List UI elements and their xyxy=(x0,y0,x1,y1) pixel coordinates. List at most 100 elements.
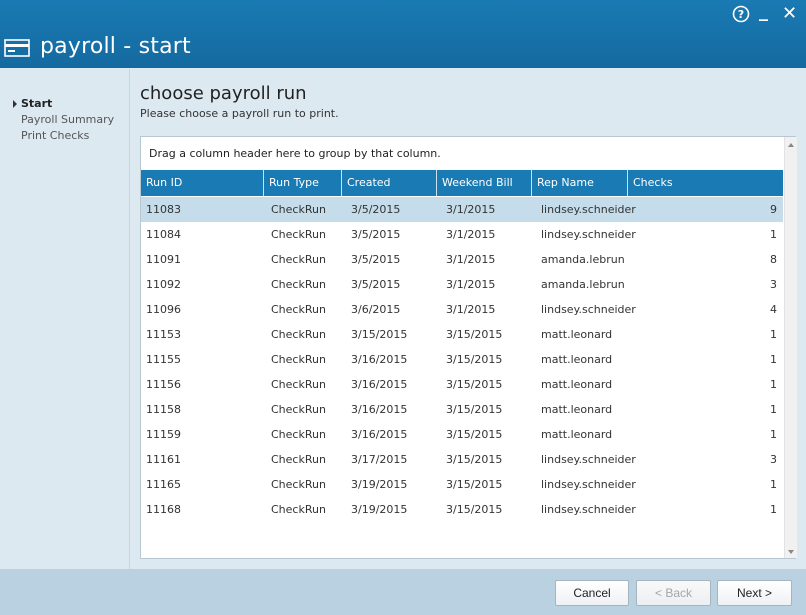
back-button[interactable]: < Back xyxy=(636,580,711,606)
table-row[interactable]: 11096 CheckRun 3/6/2015 3/1/2015 lindsey.sch… xyxy=(141,297,783,322)
cell-run-id: 11091 xyxy=(146,253,181,266)
cell-checks: 3 xyxy=(770,453,777,466)
cell-run-type: CheckRun xyxy=(271,203,326,216)
group-by-panel[interactable]: Drag a column header here to group by th… xyxy=(141,137,784,170)
cell-checks: 3 xyxy=(770,278,777,291)
cell-checks: 1 xyxy=(770,428,777,441)
wizard-steps-sidebar: Start Payroll Summary Print Checks xyxy=(0,69,130,569)
cell-created: 3/17/2015 xyxy=(351,453,408,466)
cell-run-id: 11083 xyxy=(146,203,181,216)
table-row[interactable]: 11155 CheckRun 3/16/2015 3/15/2015 matt.leon… xyxy=(141,347,783,372)
cell-run-type: CheckRun xyxy=(271,228,326,241)
cell-created: 3/5/2015 xyxy=(351,278,401,291)
cell-checks: 1 xyxy=(770,353,777,366)
cell-created: 3/19/2015 xyxy=(351,503,408,516)
help-circle-icon[interactable]: ? xyxy=(732,5,750,26)
cell-run-id: 11153 xyxy=(146,328,181,341)
table-row[interactable]: 11158 CheckRun 3/16/2015 3/15/2015 matt.leon… xyxy=(141,397,783,422)
cell-checks: 1 xyxy=(770,328,777,341)
cell-run-id: 11159 xyxy=(146,428,181,441)
payroll-run-grid: Drag a column header here to group by th… xyxy=(140,136,797,559)
cell-checks: 1 xyxy=(770,378,777,391)
column-header-created[interactable]: Created xyxy=(341,170,436,196)
cell-weekend-bill: 3/15/2015 xyxy=(446,453,503,466)
cell-created: 3/15/2015 xyxy=(351,328,408,341)
cell-run-type: CheckRun xyxy=(271,278,326,291)
cell-rep-name: matt.leonard xyxy=(541,378,613,391)
table-row[interactable]: 11161 CheckRun 3/17/2015 3/15/2015 lindsey.s… xyxy=(141,447,783,472)
cell-run-type: CheckRun xyxy=(271,303,326,316)
vertical-scrollbar[interactable] xyxy=(784,137,797,558)
cell-weekend-bill: 3/1/2015 xyxy=(446,303,496,316)
cell-created: 3/19/2015 xyxy=(351,478,408,491)
grid-header: Run ID Run Type Created Weekend Bill Rep… xyxy=(141,170,783,196)
cell-rep-name: lindsey.schneider xyxy=(541,503,636,516)
cell-created: 3/16/2015 xyxy=(351,378,408,391)
cell-weekend-bill: 3/15/2015 xyxy=(446,478,503,491)
table-row[interactable]: 11091 CheckRun 3/5/2015 3/1/2015 amanda.lebr… xyxy=(141,247,783,272)
page-subtitle: Please choose a payroll run to print. xyxy=(140,107,339,120)
table-row[interactable]: 11083 CheckRun 3/5/2015 3/1/2015 lindsey.sch… xyxy=(141,197,783,222)
scroll-up-icon[interactable] xyxy=(788,143,794,147)
column-header-weekend-bill[interactable]: Weekend Bill xyxy=(436,170,531,196)
cell-run-id: 11161 xyxy=(146,453,181,466)
cell-created: 3/16/2015 xyxy=(351,428,408,441)
column-header-rep-name[interactable]: Rep Name xyxy=(531,170,627,196)
minimize-button[interactable]: _ xyxy=(759,1,768,22)
cell-run-type: CheckRun xyxy=(271,503,326,516)
table-row[interactable]: 11092 CheckRun 3/5/2015 3/1/2015 amanda.lebr… xyxy=(141,272,783,297)
sidebar-item-start[interactable]: Start xyxy=(21,97,52,110)
svg-text:?: ? xyxy=(738,8,744,21)
table-row[interactable]: 11153 CheckRun 3/15/2015 3/15/2015 matt.leon… xyxy=(141,322,783,347)
column-header-run-id[interactable]: Run ID xyxy=(141,170,263,196)
cell-run-id: 11156 xyxy=(146,378,181,391)
cancel-button[interactable]: Cancel xyxy=(555,580,629,606)
cell-rep-name: matt.leonard xyxy=(541,403,613,416)
cell-weekend-bill: 3/15/2015 xyxy=(446,378,503,391)
scroll-down-icon[interactable] xyxy=(788,550,794,554)
column-header-run-type[interactable]: Run Type xyxy=(263,170,341,196)
cell-checks: 8 xyxy=(770,253,777,266)
cell-rep-name: lindsey.schneider xyxy=(541,203,636,216)
cell-created: 3/16/2015 xyxy=(351,403,408,416)
table-row[interactable]: 11084 CheckRun 3/5/2015 3/1/2015 lindsey.sch… xyxy=(141,222,783,247)
cell-run-type: CheckRun xyxy=(271,253,326,266)
sidebar-item-print-checks[interactable]: Print Checks xyxy=(21,129,89,142)
cell-rep-name: lindsey.schneider xyxy=(541,478,636,491)
column-header-checks[interactable]: Checks xyxy=(627,170,783,196)
table-row[interactable]: 11159 CheckRun 3/16/2015 3/15/2015 matt.leon… xyxy=(141,422,783,447)
window-title: payroll - start xyxy=(40,34,191,59)
cell-created: 3/5/2015 xyxy=(351,228,401,241)
cell-checks: 4 xyxy=(770,303,777,316)
cell-created: 3/5/2015 xyxy=(351,253,401,266)
cell-run-type: CheckRun xyxy=(271,353,326,366)
cell-created: 3/16/2015 xyxy=(351,353,408,366)
table-row[interactable]: 11165 CheckRun 3/19/2015 3/15/2015 lindsey.s… xyxy=(141,472,783,497)
title-bar: payroll - start ? _ ✕ xyxy=(0,0,806,68)
cell-weekend-bill: 3/15/2015 xyxy=(446,503,503,516)
cell-run-type: CheckRun xyxy=(271,478,326,491)
cell-checks: 9 xyxy=(770,203,777,216)
cell-run-id: 11092 xyxy=(146,278,181,291)
cell-checks: 1 xyxy=(770,478,777,491)
cell-rep-name: amanda.lebrun xyxy=(541,253,625,266)
table-row[interactable]: 11156 CheckRun 3/16/2015 3/15/2015 matt.leon… xyxy=(141,372,783,397)
cell-rep-name: amanda.lebrun xyxy=(541,278,625,291)
table-row[interactable]: 11168 CheckRun 3/19/2015 3/15/2015 lindsey.s… xyxy=(141,497,783,522)
cell-created: 3/6/2015 xyxy=(351,303,401,316)
cell-rep-name: matt.leonard xyxy=(541,428,613,441)
cell-rep-name: matt.leonard xyxy=(541,328,613,341)
cell-run-id: 11168 xyxy=(146,503,181,516)
cell-checks: 1 xyxy=(770,228,777,241)
page-title: choose payroll run xyxy=(140,83,307,104)
cell-run-type: CheckRun xyxy=(271,453,326,466)
close-button[interactable]: ✕ xyxy=(782,3,797,24)
cell-weekend-bill: 3/1/2015 xyxy=(446,278,496,291)
cell-run-id: 11155 xyxy=(146,353,181,366)
cell-rep-name: lindsey.schneider xyxy=(541,303,636,316)
next-button[interactable]: Next > xyxy=(717,580,792,606)
current-step-arrow-icon xyxy=(13,100,17,108)
sidebar-item-payroll-summary[interactable]: Payroll Summary xyxy=(21,113,114,126)
cell-run-id: 11096 xyxy=(146,303,181,316)
cell-checks: 1 xyxy=(770,403,777,416)
